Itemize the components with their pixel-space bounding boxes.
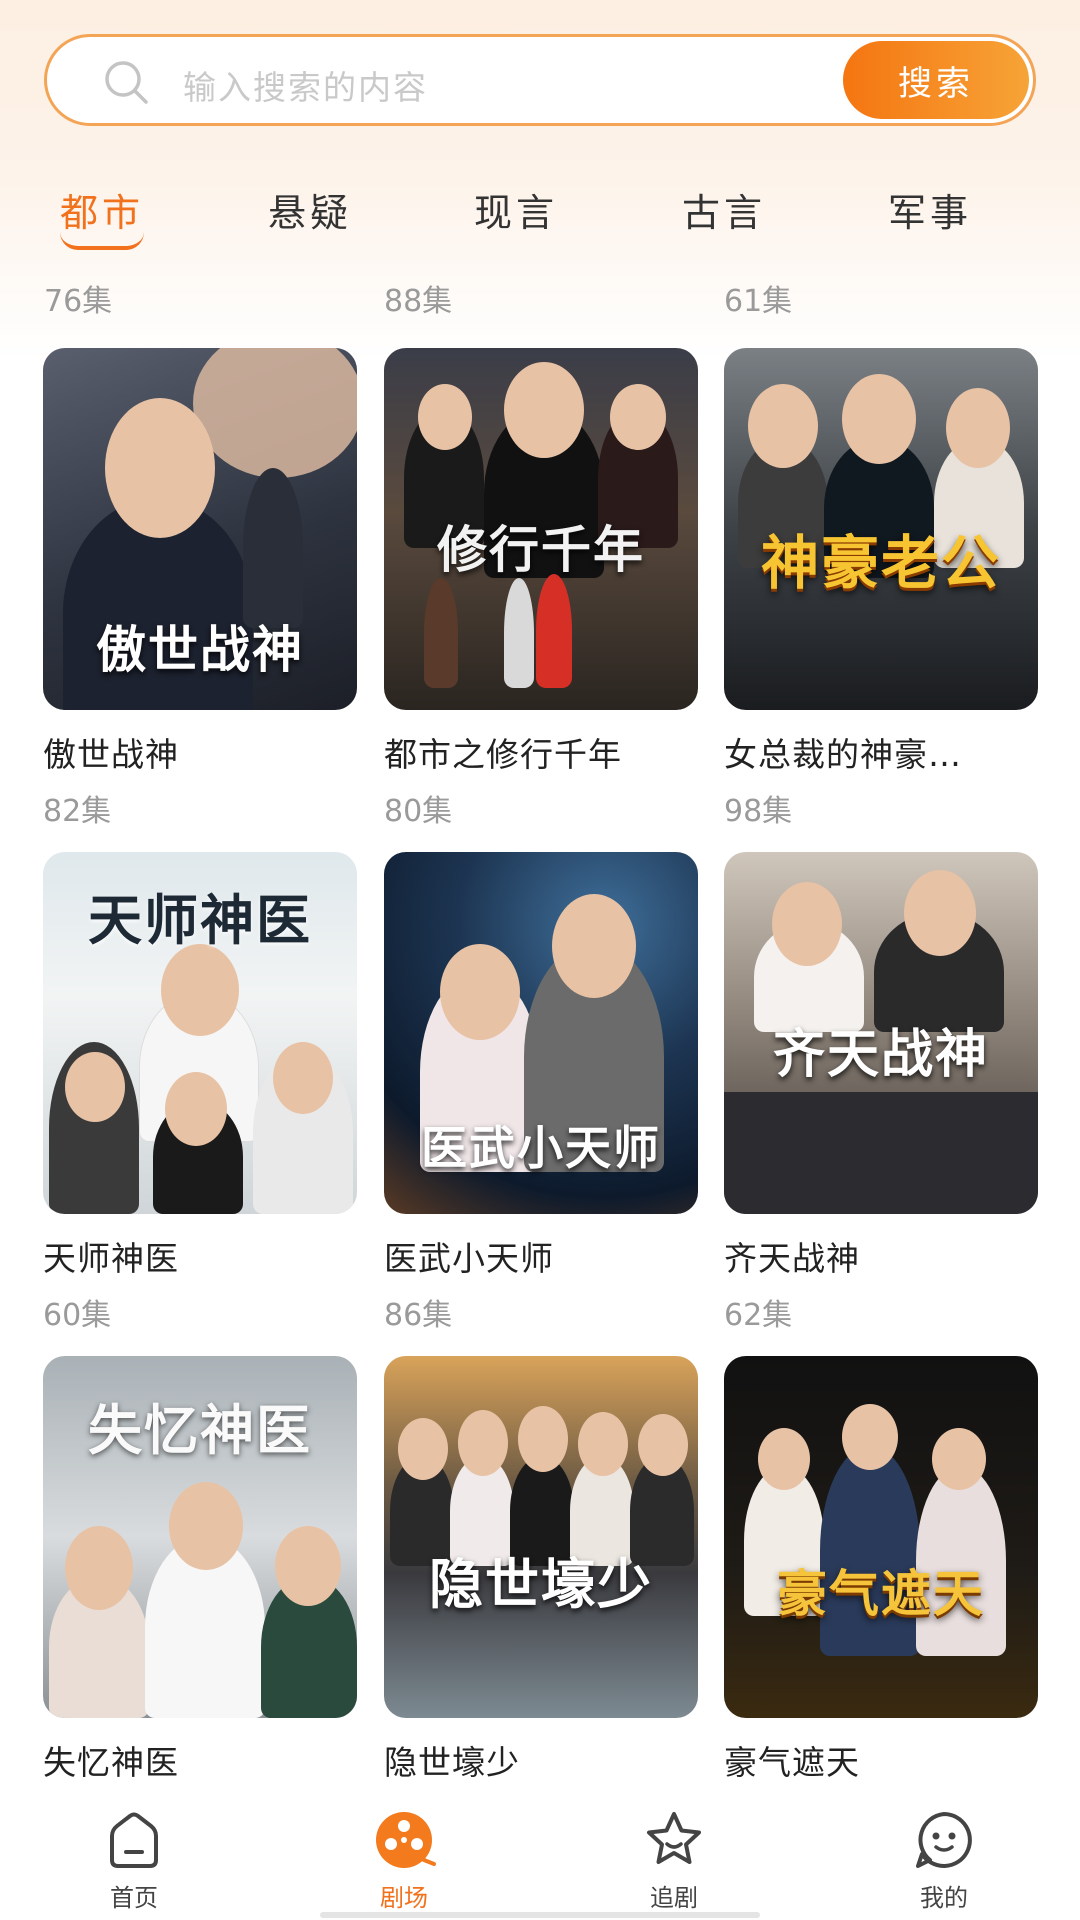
nav-label: 追剧 [650,1884,698,1912]
drama-title: 傲世战神 [43,735,179,774]
tab-dushi[interactable]: 都市 [22,182,182,250]
poster-title: 医武小天师 [421,1121,661,1175]
drama-card[interactable]: 失忆神医 失忆神医 [43,1356,357,1794]
drama-card[interactable]: 齐天战神 齐天战神 62集 [724,852,1038,1334]
episode-count: 60集 [43,1298,112,1333]
nav-profile[interactable]: 我的 [874,1808,1014,1913]
episode-count: 98集 [724,794,793,829]
poster-title: 齐天战神 [772,1024,989,1085]
poster-image: 傲世战神 [43,348,357,710]
drama-title: 都市之修行千年 [384,735,622,774]
poster-image: 齐天战神 [724,852,1038,1214]
episode-count: 88集 [384,284,453,319]
poster-image: 隐世壕少 [384,1356,698,1718]
search-icon [105,61,148,104]
drama-title: 隐世壕少 [384,1743,520,1782]
home-icon [110,1812,158,1868]
tab-junshi[interactable]: 军事 [850,182,1010,237]
active-tab-indicator [60,232,144,250]
nav-label: 首页 [110,1884,158,1912]
nav-label: 我的 [920,1884,968,1912]
poster-image: 医武小天师 [384,852,698,1214]
search-bar[interactable]: 输入搜索的内容 搜索 [44,34,1036,126]
drama-title: 医武小天师 [384,1239,554,1278]
drama-card[interactable]: 天师神医 天师神医 60集 [43,852,357,1334]
episode-count: 62集 [724,1298,793,1333]
tab-xuanyi[interactable]: 悬疑 [230,182,390,237]
episode-count: 82集 [43,794,112,829]
episode-count: 80集 [384,794,453,829]
drama-title: 齐天战神 [724,1239,860,1278]
episode-count: 61集 [724,284,793,319]
smiley-icon [916,1812,972,1868]
search-input[interactable]: 输入搜索的内容 [183,61,428,109]
tab-xianyan[interactable]: 现言 [436,182,596,237]
drama-title: 豪气遮天 [724,1743,860,1782]
poster-title: 隐世壕少 [429,1552,653,1616]
drama-title: 失忆神医 [43,1743,179,1782]
tab-guyan[interactable]: 古言 [644,182,804,237]
poster-title: 失忆神医 [88,1398,312,1462]
poster-image: 失忆神医 [43,1356,357,1718]
drama-title: 天师神医 [43,1239,179,1278]
nav-label: 剧场 [380,1884,428,1912]
poster-image: 天师神医 [43,852,357,1214]
drama-card[interactable]: 豪气遮天 豪气遮天 [724,1356,1038,1794]
drama-card[interactable]: 傲世战神 傲世战神 82集 [43,348,357,830]
poster-image: 神豪老公 [724,348,1038,710]
drama-card[interactable]: 医武小天师 医武小天师 86集 [384,852,698,1334]
poster-image: 豪气遮天 [724,1356,1038,1718]
drama-card[interactable]: 修行千年 都市之修行千年 80集 [384,348,698,830]
film-reel-icon [376,1812,436,1868]
nav-home[interactable]: 首页 [64,1808,204,1913]
nav-following[interactable]: 追剧 [604,1808,744,1913]
bottom-navigation: 首页 剧场 追剧 我的 [0,1786,1080,1920]
star-icon [647,1812,701,1864]
poster-title: 傲世战神 [96,620,304,679]
drama-title: 女总裁的神豪… [724,735,962,774]
poster-image: 修行千年 [384,348,698,710]
drama-card[interactable]: 神豪老公 女总裁的神豪… 98集 [724,348,1038,830]
poster-title: 天师神医 [88,888,312,952]
poster-title: 神豪老公 [760,529,1001,597]
category-tabs: 都市 悬疑 现言 古言 军事 [0,182,1080,262]
episode-count: 76集 [44,284,113,319]
poster-title: 豪气遮天 [777,1564,985,1623]
nav-theater[interactable]: 剧场 [334,1808,474,1913]
search-button[interactable]: 搜索 [843,41,1029,119]
poster-title: 修行千年 [437,520,645,579]
episode-count: 86集 [384,1298,453,1333]
tab-label: 都市 [59,191,144,235]
home-indicator [320,1912,760,1918]
drama-card[interactable]: 隐世壕少 隐世壕少 [384,1356,698,1794]
